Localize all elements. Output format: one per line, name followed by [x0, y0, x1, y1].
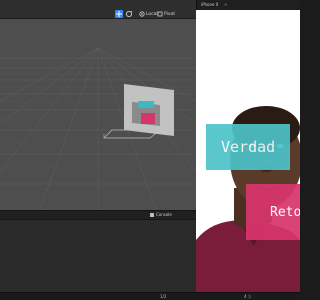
face-target-icon[interactable]: [103, 84, 174, 139]
bottom-panel-header: Console: [0, 211, 196, 220]
status-right-text: 4 :): [244, 294, 251, 299]
app-window: Local Pivot Console iPhone X × Verdad Re…: [0, 0, 300, 300]
status-left-text: 1/2: [160, 294, 167, 299]
pivot-toggle[interactable]: Pivot: [164, 11, 175, 18]
tab-device-preview[interactable]: iPhone X: [201, 2, 221, 8]
truth-label: Verdad: [206, 124, 290, 170]
device-preview[interactable]: Verdad Reto: [196, 10, 300, 292]
bottom-panel: Console: [0, 210, 196, 297]
dare-label: Reto: [246, 184, 300, 240]
console-output[interactable]: [0, 220, 196, 297]
console-tab-label: Console: [156, 212, 172, 217]
local-icon[interactable]: [139, 10, 145, 18]
rotate-tool-icon[interactable]: [125, 10, 133, 18]
status-bar: 1/2 4 :): [0, 292, 300, 300]
local-toggle[interactable]: Local: [146, 11, 158, 18]
close-icon[interactable]: ×: [224, 2, 227, 8]
scene-grid: [0, 47, 196, 210]
scene-toolbar: Local Pivot: [0, 0, 196, 19]
console-icon: [150, 213, 154, 217]
device-tabbar: iPhone X ×: [196, 0, 300, 10]
move-tool-icon[interactable]: [115, 10, 123, 18]
scene-viewport[interactable]: Local Pivot: [0, 0, 196, 210]
tab-console[interactable]: Console: [150, 212, 172, 218]
pivot-icon[interactable]: [157, 10, 163, 18]
